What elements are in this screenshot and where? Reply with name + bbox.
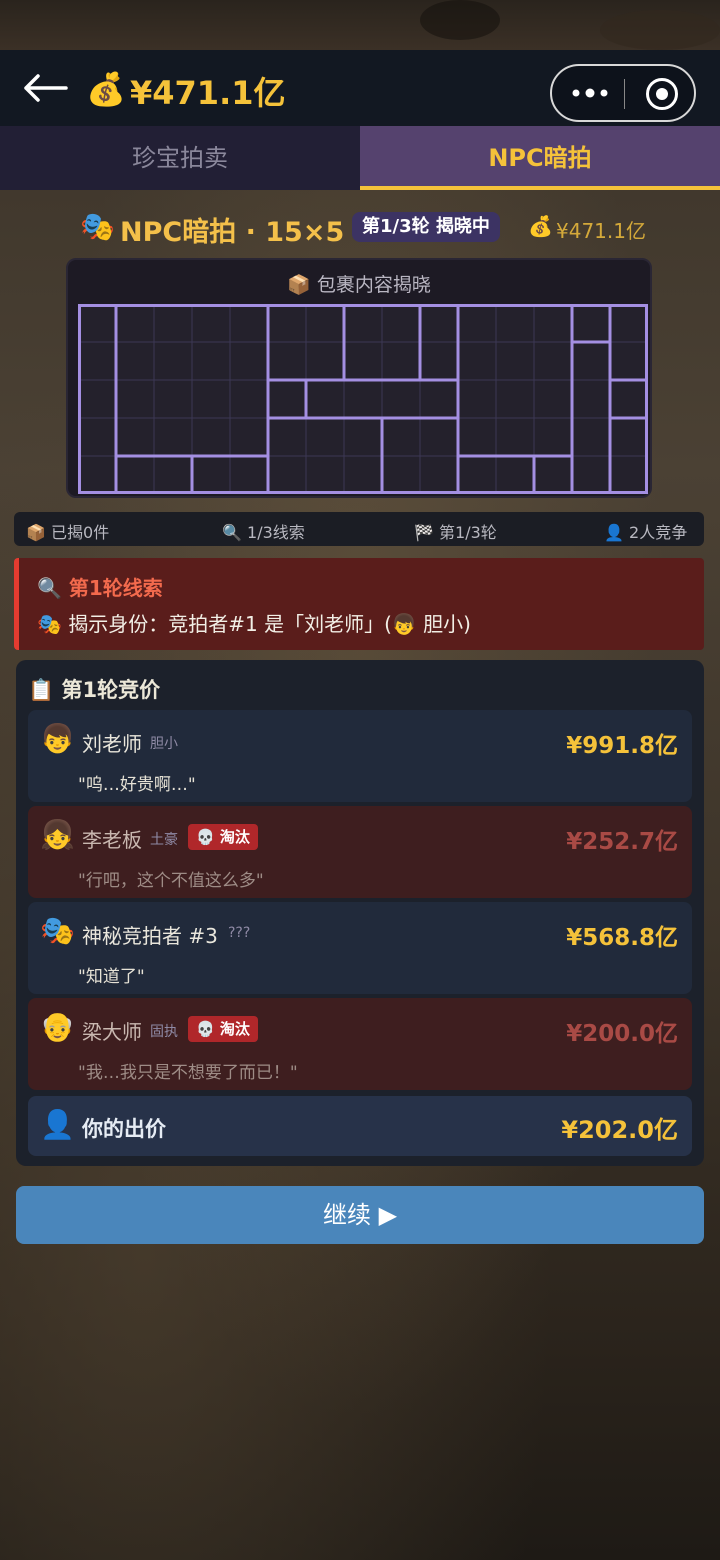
mask-avatar-icon: 🎭 <box>40 914 75 947</box>
bidder-name: 李老板 <box>82 828 142 852</box>
mask-icon: 🎭 <box>80 210 115 243</box>
money-bag-icon: 💰 <box>86 70 126 108</box>
bidder-price: ¥252.7亿 <box>566 829 678 855</box>
title-balance: ¥471.1亿 <box>556 219 646 243</box>
package-grid <box>78 304 648 494</box>
box-icon: 📦 <box>287 274 311 296</box>
arrow-left-icon[interactable] <box>22 72 70 104</box>
clue-banner: 🔍 第1轮线索 🎭 揭示身份：竞拍者#1 是「刘老师」(👦 胆小) <box>14 558 704 650</box>
stat-round-text: 第1/3轮 <box>439 523 497 542</box>
my-bid-price: ¥202.0亿 <box>561 1116 678 1144</box>
boy-face-icon: 👦 <box>391 612 417 636</box>
mask-icon: 🎭 <box>37 612 62 636</box>
stat-revealed-text: 已揭0件 <box>51 523 110 542</box>
magnifier-icon: 🔍 <box>222 523 242 542</box>
stats-bar: 📦 已揭0件 🔍 1/3线索 🏁 第1/3轮 👤 2人竞争 <box>14 512 704 546</box>
eliminated-badge: 💀 淘汰 <box>188 1016 258 1042</box>
bidder-trait: ??? <box>228 925 251 941</box>
auction-title: NPC暗拍 · 15×5 <box>120 217 345 248</box>
tab-treasure-auction[interactable]: 珍宝拍卖 <box>0 126 360 190</box>
capsule-divider <box>624 79 625 109</box>
tab-bar: 珍宝拍卖 NPC暗拍 <box>0 126 720 190</box>
stat-revealed: 📦 已揭0件 <box>26 519 109 543</box>
person-icon: 👤 <box>40 1108 75 1141</box>
bidder-price: ¥991.8亿 <box>566 733 678 759</box>
clue-heading-text: 第1轮线索 <box>68 576 163 600</box>
box-icon: 📦 <box>26 523 46 542</box>
bidder-trait: 胆小 <box>150 736 178 752</box>
bidder-row: 👧 李老板 土豪 💀 淘汰 "行吧，这个不值这么多" ¥252.7亿 <box>28 806 692 898</box>
bidder-name: 神秘竞拍者 #3 <box>82 924 218 948</box>
auction-title-row: 🎭 NPC暗拍 · 15×5 第1/3轮 揭晓中 💰 ¥471.1亿 <box>80 208 680 248</box>
grid-caption: 📦 包裹内容揭晓 <box>68 270 650 297</box>
top-header: 💰 ¥471.1亿 <box>0 50 720 126</box>
mini-program-capsule <box>550 64 696 122</box>
stat-clues: 🔍 1/3线索 <box>222 519 305 543</box>
balance-text: ¥471.1亿 <box>130 74 286 112</box>
clue-body: 🎭 揭示身份：竞拍者#1 是「刘老师」(👦 胆小) <box>37 608 471 637</box>
stat-round: 🏁 第1/3轮 <box>414 519 497 543</box>
bidder-price: ¥200.0亿 <box>566 1021 678 1047</box>
bidder-quote: "知道了" <box>78 967 145 987</box>
bidder-quote: "行吧，这个不值这么多" <box>78 871 264 891</box>
clue-body-prefix: 揭示身份：竞拍者#1 是「刘老师」( <box>68 612 392 636</box>
bidder-quote: "我…我只是不想要了而已！" <box>78 1063 298 1083</box>
bidder-row: 👴 梁大师 固执 💀 淘汰 "我…我只是不想要了而已！" ¥200.0亿 <box>28 998 692 1090</box>
background-top-strip <box>0 0 720 50</box>
stat-clues-text: 1/3线索 <box>247 523 305 542</box>
boy-avatar-icon: 👦 <box>40 722 75 755</box>
package-grid-panel: 📦 包裹内容揭晓 <box>66 258 652 498</box>
bids-panel: 📋 第1轮竞价 👦 刘老师 胆小 "呜…好贵啊…" ¥991.8亿 👧 李老板 … <box>16 660 704 1166</box>
bidder-name: 梁大师 <box>82 1020 142 1044</box>
bids-heading: 📋 第1轮竞价 <box>28 674 160 704</box>
round-status-badge: 第1/3轮 揭晓中 <box>352 212 500 242</box>
record-icon[interactable] <box>646 78 678 110</box>
checkered-flag-icon: 🏁 <box>414 523 434 542</box>
bidder-quote: "呜…好贵啊…" <box>78 775 196 795</box>
more-dots-icon[interactable] <box>570 79 610 107</box>
magnifier-icon: 🔍 <box>37 576 62 600</box>
clue-heading: 🔍 第1轮线索 <box>37 572 163 601</box>
my-bid-row: 👤 你的出价 ¥202.0亿 <box>28 1096 692 1156</box>
bidder-row: 🎭 神秘竞拍者 #3 ??? "知道了" ¥568.8亿 <box>28 902 692 994</box>
bidder-name: 刘老师 <box>82 732 142 756</box>
tab-npc-blind-auction[interactable]: NPC暗拍 <box>360 126 720 190</box>
continue-button[interactable]: 继续 ▶ <box>16 1186 704 1244</box>
clue-body-suffix: 胆小) <box>416 612 471 636</box>
eliminated-badge: 💀 淘汰 <box>188 824 258 850</box>
money-bag-icon: 💰 <box>528 214 553 238</box>
person-icon: 👤 <box>604 523 624 542</box>
grid-caption-text: 包裹内容揭晓 <box>316 274 431 296</box>
bidder-trait: 固执 <box>150 1024 178 1040</box>
bidder-price: ¥568.8亿 <box>566 925 678 951</box>
bids-heading-text: 第1轮竞价 <box>61 678 161 702</box>
clipboard-icon: 📋 <box>28 678 55 702</box>
my-bid-label: 你的出价 <box>82 1117 166 1141</box>
stat-competitors-text: 2人竞争 <box>629 523 688 542</box>
bidder-trait: 土豪 <box>150 832 178 848</box>
old-man-avatar-icon: 👴 <box>40 1010 75 1043</box>
stat-competitors: 👤 2人竞争 <box>604 519 687 543</box>
girl-avatar-icon: 👧 <box>40 818 75 851</box>
bidder-row: 👦 刘老师 胆小 "呜…好贵啊…" ¥991.8亿 <box>28 710 692 802</box>
